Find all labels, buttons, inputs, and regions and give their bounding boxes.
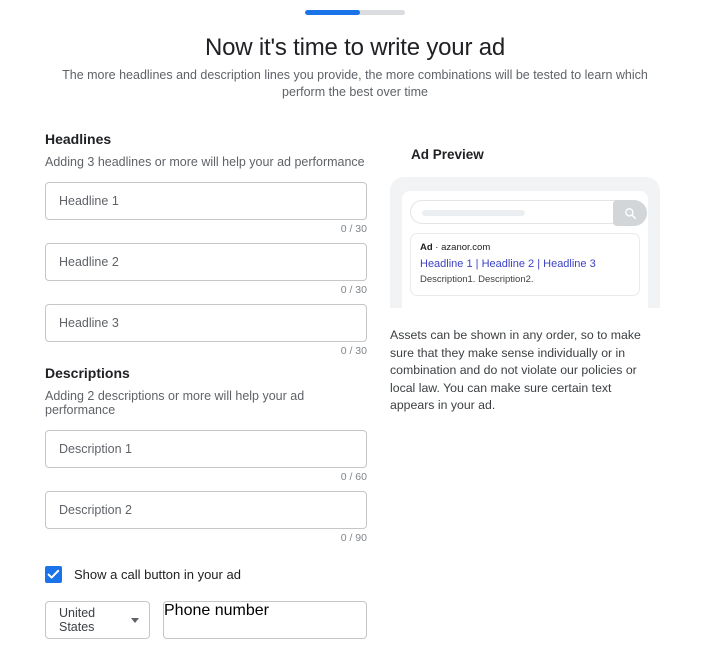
headline-3-counter: 0 / 30 xyxy=(340,345,367,357)
phone-row: United States Phone number xyxy=(45,601,367,639)
page-title: Now it's time to write your ad xyxy=(204,34,505,61)
ad-label: Ad xyxy=(420,242,433,253)
ad-preview-heading: Ad Preview xyxy=(411,147,484,162)
chevron-down-icon xyxy=(131,617,139,623)
description-2-input[interactable]: Description 2 xyxy=(45,491,367,529)
search-button xyxy=(613,200,647,226)
checkbox-checked-icon[interactable] xyxy=(45,566,62,583)
description-1-counter: 0 / 60 xyxy=(340,471,367,483)
headline-1-counter: 0 / 30 xyxy=(340,223,367,235)
descriptions-section-title: Descriptions xyxy=(45,365,130,381)
description-2-counter: 0 / 90 xyxy=(340,532,367,544)
search-query-placeholder-bar xyxy=(422,210,525,216)
progress-bar xyxy=(305,10,405,15)
headline-1-placeholder: Headline 1 xyxy=(59,194,119,208)
headline-2-input[interactable]: Headline 2 xyxy=(45,243,367,281)
ad-meta-separator: · xyxy=(432,242,442,253)
checkmark-icon xyxy=(47,569,60,579)
show-call-button-label: Show a call button in your ad xyxy=(74,567,241,582)
show-call-button-row[interactable]: Show a call button in your ad xyxy=(45,566,367,583)
description-1-input[interactable]: Description 1 xyxy=(45,430,367,468)
headline-3-input[interactable]: Headline 3 xyxy=(45,304,367,342)
ad-form-column: Headlines Adding 3 headlines or more wil… xyxy=(45,131,367,639)
progress-bar-fill xyxy=(305,10,360,15)
preview-search-bar xyxy=(410,200,647,226)
headlines-section-title: Headlines xyxy=(45,131,112,147)
ad-headline-link[interactable]: Headline 1 | Headline 2 | Headline 3 xyxy=(420,257,630,272)
headline-2-counter: 0 / 30 xyxy=(340,284,367,296)
headlines-section-hint: Adding 3 headlines or more will help you… xyxy=(45,155,365,169)
headline-1-input[interactable]: Headline 1 xyxy=(45,182,367,220)
country-select[interactable]: United States xyxy=(45,601,150,639)
headline-3-placeholder: Headline 3 xyxy=(59,316,119,330)
phone-screen: Ad · azanor.com Headline 1 | Headline 2 … xyxy=(402,191,648,308)
ad-preview-card: Ad · azanor.com Headline 1 | Headline 2 … xyxy=(410,233,640,296)
ad-description-line: Description1. Description2. xyxy=(420,274,534,285)
assets-disclaimer-note: Assets can be shown in any order, so to … xyxy=(390,328,641,412)
ad-preview-column: Ad Preview Ad · azanor.com Headline 1 | … xyxy=(390,147,670,415)
country-select-value: United States xyxy=(59,606,96,634)
ad-display-url: azanor.com xyxy=(441,242,491,253)
phone-number-placeholder: Phone number xyxy=(164,602,269,619)
page-subtitle: The more headlines and description lines… xyxy=(62,68,648,99)
headline-2-placeholder: Headline 2 xyxy=(59,255,119,269)
description-1-placeholder: Description 1 xyxy=(59,442,132,456)
phone-device-mockup: Ad · azanor.com Headline 1 | Headline 2 … xyxy=(390,177,660,308)
descriptions-section-hint: Adding 2 descriptions or more will help … xyxy=(45,389,305,417)
search-icon xyxy=(624,207,636,219)
ad-builder-page: Now it's time to write your ad The more … xyxy=(0,0,710,650)
phone-number-input[interactable]: Phone number xyxy=(163,601,367,639)
ad-meta-row: Ad · azanor.com xyxy=(420,242,630,253)
description-2-placeholder: Description 2 xyxy=(59,503,132,517)
